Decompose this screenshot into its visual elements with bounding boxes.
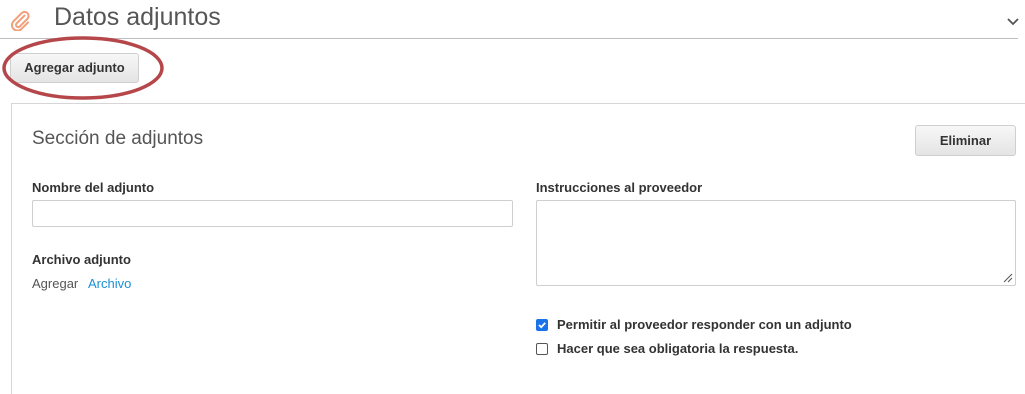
required-response-label[interactable]: Hacer que sea obligatoria la respuesta. [557,341,798,356]
attached-file-label: Archivo adjunto [32,252,131,267]
delete-button[interactable]: Eliminar [915,125,1016,156]
check-icon [538,322,546,329]
resize-grip-icon[interactable] [1003,273,1013,283]
section-title: Sección de adjuntos [32,128,204,149]
chevron-down-icon[interactable] [1006,17,1020,27]
header-divider [0,38,1018,39]
add-attachment-button[interactable]: Agregar adjunto [10,53,139,83]
supplier-instructions-label: Instrucciones al proveedor [536,180,703,195]
page-title: Datos adjuntos [54,3,221,31]
attachment-name-input[interactable] [32,200,513,227]
allow-attachment-response-label[interactable]: Permitir al proveedor responder con un a… [557,317,852,332]
add-file-prefix: Agregar [32,276,79,291]
file-link[interactable]: Archivo [88,276,131,291]
required-response-checkbox[interactable] [536,343,548,355]
paperclip-icon [11,10,30,31]
attachments-header[interactable]: Datos adjuntos [0,0,1025,40]
allow-attachment-response-checkbox[interactable] [536,319,548,331]
attachment-name-label: Nombre del adjunto [32,180,155,195]
supplier-instructions-textarea[interactable] [536,200,1016,286]
